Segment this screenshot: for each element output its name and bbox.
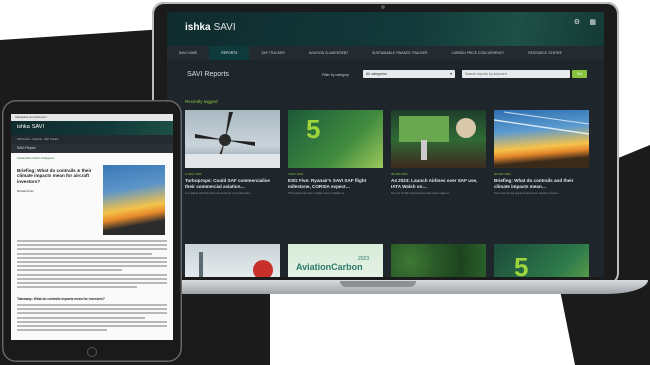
card-image-year: 2023 xyxy=(358,256,370,262)
nav-sustainable-finance[interactable]: SUSTAINABLE FINANCE TRACKER xyxy=(360,46,439,60)
report-card[interactable]: AviationCarbon 2023 xyxy=(288,244,383,277)
article-subheading: Takeaway: What do contrails impacts mean… xyxy=(17,297,105,301)
nav-savi-home[interactable]: SAVI HOME xyxy=(167,46,209,60)
report-card[interactable]: 11 MAY 2023 Turboprops: Could SAF commer… xyxy=(185,110,280,195)
reports-toolbar: SAVI Reports Filter by category All cate… xyxy=(167,60,604,86)
brand-logo[interactable]: ishka SAVI xyxy=(185,22,236,33)
card-title[interactable]: Turboprops: Could SAF commercialise thei… xyxy=(185,178,280,189)
nav-reports[interactable]: REPORTS xyxy=(209,46,250,60)
card-excerpt: In a market still fresh from new product… xyxy=(185,192,253,195)
card-date: 20 APR 2023 xyxy=(494,172,511,176)
report-card[interactable] xyxy=(185,244,280,277)
report-card[interactable]: 20 APR 2023 Briefing: What do contrails … xyxy=(494,110,589,195)
page-title: SAVI Reports xyxy=(187,71,229,78)
home-button[interactable] xyxy=(87,347,97,357)
laptop-notch xyxy=(340,281,416,287)
article-title: Briefing: What do contrails & their clim… xyxy=(17,168,92,184)
card-image-aviation-carbon: AviationCarbon 2023 xyxy=(288,244,383,277)
tablet-nav: SAVI Home · Reports · SAF Tracker xyxy=(11,135,173,144)
nav-carbon-price[interactable]: CARBON PRICE CONCURRENCY xyxy=(440,46,517,60)
tablet-device: ishkaglobal.com/savi/report ishka SAVI SA… xyxy=(2,100,182,362)
search-input[interactable]: Search reports by keyword xyxy=(462,70,570,78)
card-date: 4 MAY 2023 xyxy=(288,172,304,176)
card-badge: 5 xyxy=(306,114,321,144)
report-card[interactable]: 5 xyxy=(494,244,589,277)
site-header: ishka SAVI ⚙ ▦ xyxy=(167,12,604,46)
card-image-five-green: 5 xyxy=(494,244,589,277)
nav-aviation-climatedebt[interactable]: AVIATION CLIMATEDEBT xyxy=(297,46,360,60)
tablet-page-title: SAVI Report xyxy=(17,146,36,150)
nav-resource-centre[interactable]: RESOURCE CENTRE xyxy=(516,46,574,60)
tablet-header: ishka SAVI xyxy=(11,121,173,135)
laptop-device: ishka SAVI ⚙ ▦ SAVI HOME REPORTS SAF TRAC… xyxy=(152,2,619,285)
card-image-aircraft xyxy=(185,244,280,277)
card-title[interactable]: ESG Five: Ryanair's SAVI SAF flight mile… xyxy=(288,178,383,189)
card-image-forest xyxy=(391,244,486,277)
filter-label: Filter by category xyxy=(322,73,349,77)
camera-dot xyxy=(381,5,385,9)
section-title: Recently tagged xyxy=(185,99,218,104)
url-bar[interactable]: ishkaglobal.com/savi/report xyxy=(11,114,173,121)
nav-saf-tracker[interactable]: SAF TRACKER xyxy=(249,46,296,60)
chevron-down-icon: ▾ xyxy=(449,71,452,76)
card-excerpt: There are two big questions the sector n… xyxy=(494,192,560,195)
card-image-five: 5 xyxy=(288,110,383,168)
card-image-conference xyxy=(391,110,486,168)
card-title[interactable]: A4 2023: Launch Airlines over SAF use, I… xyxy=(391,178,486,189)
gear-icon[interactable]: ⚙ xyxy=(574,18,580,26)
article-hero-image xyxy=(103,165,165,235)
card-date: 28 APR 2023 xyxy=(391,172,408,176)
card-badge: 5 xyxy=(514,252,529,277)
main-nav: SAVI HOME REPORTS SAF TRACKER AVIATION C… xyxy=(167,46,604,60)
brand-logo[interactable]: ishka SAVI xyxy=(17,124,44,130)
apps-grid-icon[interactable]: ▦ xyxy=(589,18,596,26)
card-date: 11 MAY 2023 xyxy=(185,172,202,176)
tablet-subheader: SAVI Report xyxy=(11,144,173,153)
article-author: Michael Doran xyxy=(17,190,34,193)
card-excerpt: The rise of SAF commitments took centre … xyxy=(391,192,451,195)
article-body xyxy=(17,240,167,290)
card-image-propeller xyxy=(185,110,280,168)
card-image-text: AviationCarbon xyxy=(296,262,363,272)
category-select[interactable]: All categories ▾ xyxy=(363,70,455,78)
tablet-screen: ishkaglobal.com/savi/report ishka SAVI SA… xyxy=(11,114,173,340)
search-button[interactable]: Go xyxy=(572,70,587,78)
laptop-screen: ishka SAVI ⚙ ▦ SAVI HOME REPORTS SAF TRAC… xyxy=(167,12,604,277)
report-card[interactable]: 28 APR 2023 A4 2023: Launch Airlines ove… xyxy=(391,110,486,195)
tablet-nav-links[interactable]: SAVI Home · Reports · SAF Tracker xyxy=(17,138,58,141)
article-body-2 xyxy=(17,304,167,333)
card-image-contrails xyxy=(494,110,589,168)
breadcrumb[interactable]: Sustainable Aviation Intelligence xyxy=(17,157,54,160)
card-title[interactable]: Briefing: What do contrails and their cl… xyxy=(494,178,589,189)
card-excerpt: This quarter has seen notable news in re… xyxy=(288,192,347,195)
report-card[interactable] xyxy=(391,244,486,277)
report-card[interactable]: 5 4 MAY 2023 ESG Five: Ryanair's SAVI SA… xyxy=(288,110,383,195)
